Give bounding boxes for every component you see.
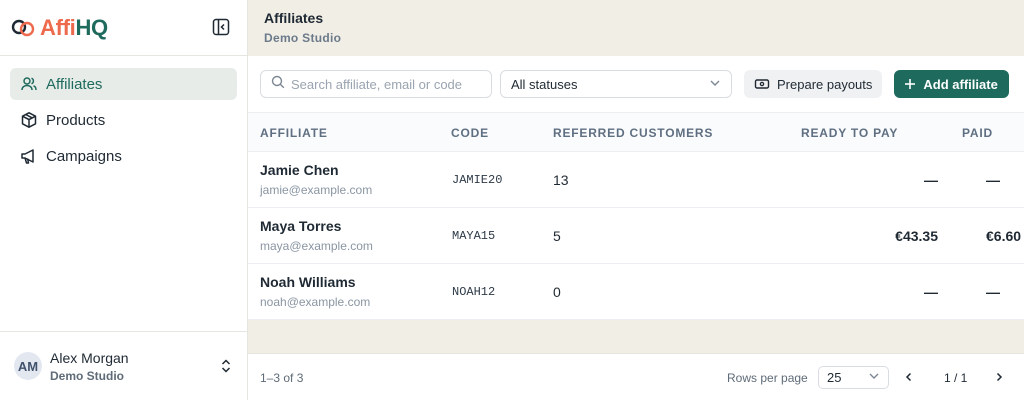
table-header: AFFILIATE CODE REFERRED CUSTOMERS READY …	[248, 112, 1024, 152]
referred-customers: 0	[553, 284, 561, 300]
referred-customers: 5	[553, 228, 561, 244]
affiliate-name: Noah Williams	[260, 274, 356, 290]
add-affiliate-button[interactable]: Add affiliate	[894, 70, 1009, 98]
affiliate-code: MAYA15	[452, 229, 496, 243]
sidebar-nav: Affiliates Products Campaigns	[0, 56, 247, 188]
column-header-affiliate[interactable]: AFFILIATE	[260, 126, 328, 140]
row-range: 1–3 of 3	[260, 371, 304, 385]
next-page-button[interactable]	[990, 368, 1008, 386]
affiliate-code: NOAH12	[452, 285, 496, 299]
column-header-paid[interactable]: PAID	[962, 126, 993, 140]
collapse-sidebar-icon[interactable]	[211, 17, 231, 37]
table-empty-area	[248, 320, 1024, 353]
rows-per-page-select[interactable]: 25	[818, 366, 889, 389]
brand-name: AffiHQ	[40, 14, 108, 40]
table-row[interactable]: Maya Torres maya@example.com MAYA15 5 €4…	[248, 208, 1024, 264]
box-icon	[20, 111, 38, 129]
chevron-down-icon	[868, 370, 880, 385]
affiliate-email: maya@example.com	[260, 239, 373, 253]
ready-to-pay: —	[924, 284, 938, 300]
rows-per-page-value: 25	[827, 370, 842, 385]
avatar: AM	[14, 352, 42, 380]
chevron-right-icon	[996, 372, 1003, 382]
toolbar: All statuses Prepare payouts Add affilia…	[248, 56, 1024, 112]
affiliate-code: JAMIE20	[452, 173, 503, 187]
table-row[interactable]: Noah Williams noah@example.com NOAH12 0 …	[248, 264, 1024, 320]
affiliate-name: Jamie Chen	[260, 162, 339, 178]
column-header-code[interactable]: CODE	[451, 126, 489, 140]
search-input[interactable]	[291, 76, 481, 92]
search-box[interactable]	[260, 70, 492, 98]
paid-amount: €6.60	[986, 228, 1022, 244]
sidebar-item-products[interactable]: Products	[10, 104, 237, 136]
paid-amount: —	[986, 172, 1000, 188]
user-name: Alex Morgan	[50, 349, 129, 366]
table-row[interactable]: Jamie Chen jamie@example.com JAMIE20 13 …	[248, 152, 1024, 208]
affiliates-table: AFFILIATE CODE REFERRED CUSTOMERS READY …	[248, 112, 1024, 320]
column-header-referred[interactable]: REFERRED CUSTOMERS	[553, 126, 713, 140]
page-indicator: 1 / 1	[944, 371, 968, 385]
brand: AffiHQ	[0, 0, 247, 56]
column-header-ready-to-pay[interactable]: READY TO PAY	[801, 126, 898, 140]
sidebar-item-label: Campaigns	[46, 147, 122, 165]
sidebar-item-affiliates[interactable]: Affiliates	[10, 68, 237, 100]
sidebar: AffiHQ Affiliates Products Campaigns AM	[0, 0, 248, 400]
paid-amount: —	[986, 284, 1000, 300]
rows-per-page-label: Rows per page	[727, 371, 808, 385]
chevron-up-down-icon	[219, 357, 233, 375]
pagination-footer: 1–3 of 3 Rows per page 25 1 / 1	[248, 353, 1024, 400]
page-header: Affiliates Demo Studio	[248, 0, 1024, 56]
referred-customers: 13	[553, 172, 569, 188]
banknote-icon	[754, 77, 770, 91]
affihq-logo-icon	[10, 16, 38, 40]
users-icon	[20, 75, 38, 93]
affiliate-email: jamie@example.com	[260, 183, 373, 197]
status-filter-value: All statuses	[511, 76, 578, 92]
page-subtitle: Demo Studio	[264, 31, 342, 45]
user-org: Demo Studio	[50, 368, 124, 383]
status-filter-select[interactable]: All statuses	[500, 70, 732, 98]
plus-icon	[904, 78, 916, 90]
chevron-down-icon	[709, 77, 721, 92]
previous-page-button[interactable]	[900, 368, 918, 386]
prepare-payouts-button[interactable]: Prepare payouts	[744, 70, 883, 98]
ready-to-pay: —	[924, 172, 938, 188]
affiliate-name: Maya Torres	[260, 218, 342, 234]
page-title: Affiliates	[264, 10, 324, 26]
ready-to-pay: €43.35	[895, 228, 938, 244]
sidebar-item-label: Affiliates	[46, 75, 103, 93]
affiliate-email: noah@example.com	[260, 295, 371, 309]
search-icon	[271, 75, 285, 94]
chevron-left-icon	[905, 372, 912, 382]
prepare-payouts-label: Prepare payouts	[777, 76, 873, 92]
megaphone-icon	[20, 147, 38, 165]
sidebar-item-label: Products	[46, 111, 106, 129]
main-content: Affiliates Demo Studio All statuses Prep…	[248, 0, 1024, 400]
add-affiliate-label: Add affiliate	[923, 76, 998, 92]
user-menu[interactable]: AM Alex Morgan Demo Studio	[0, 331, 247, 400]
sidebar-item-campaigns[interactable]: Campaigns	[10, 140, 237, 172]
